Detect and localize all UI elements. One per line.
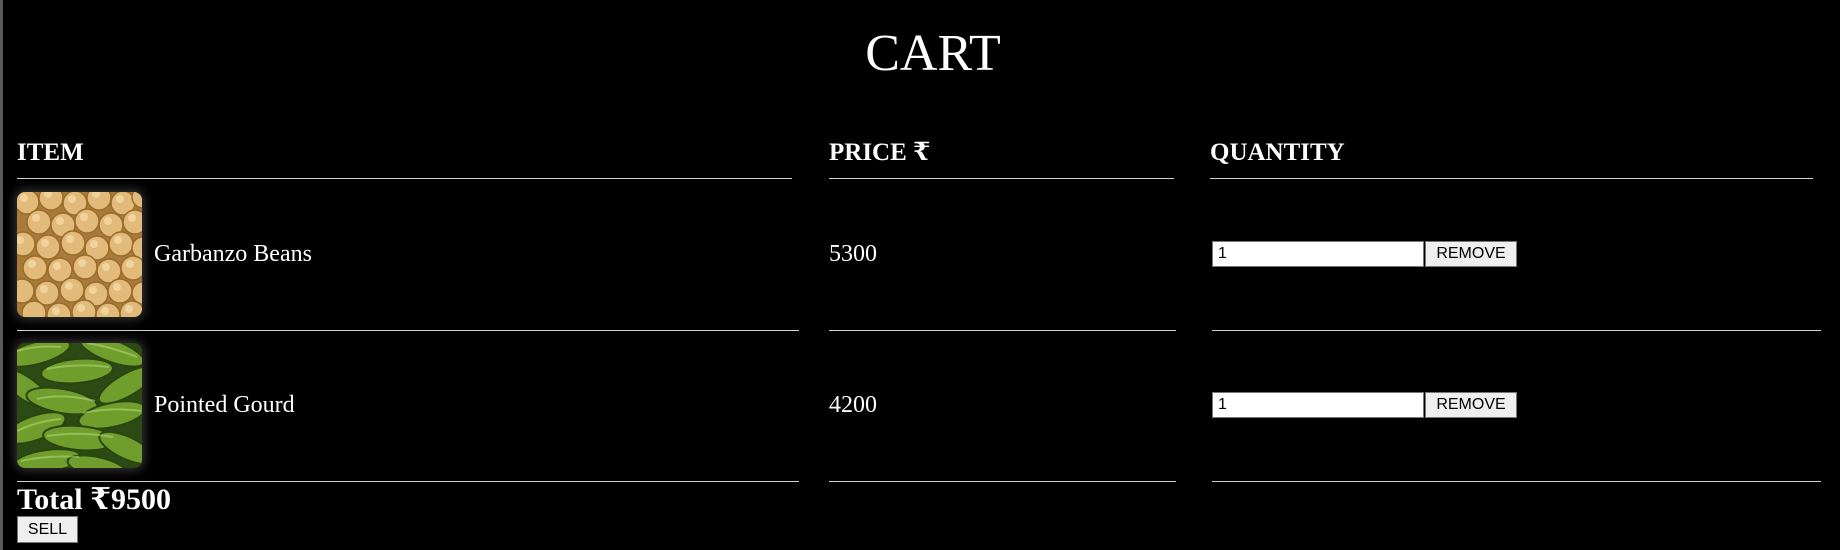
column-header-quantity: QUANTITY (1210, 139, 1345, 166)
header-divider-quantity (1210, 178, 1813, 179)
row-divider-price (829, 330, 1176, 331)
sell-button[interactable]: SELL (17, 516, 78, 543)
remove-button[interactable]: REMOVE (1425, 392, 1517, 418)
header-divider-item (17, 178, 792, 179)
row-divider-quantity (1212, 330, 1821, 331)
item-price: 4200 (829, 392, 877, 418)
row-divider-price (829, 481, 1176, 482)
item-name: Garbanzo Beans (154, 241, 312, 267)
remove-button[interactable]: REMOVE (1425, 241, 1517, 267)
chickpeas-image (17, 192, 142, 317)
page-title: CART (865, 25, 1001, 82)
total-amount: ₹9500 (90, 483, 171, 516)
quantity-input[interactable] (1212, 392, 1424, 418)
quantity-input[interactable] (1212, 241, 1424, 267)
total-label: Total (17, 483, 83, 516)
column-header-item: ITEM (17, 139, 84, 166)
pointed-gourd-image (17, 343, 142, 468)
item-name: Pointed Gourd (154, 392, 295, 418)
row-divider-item (17, 330, 799, 331)
row-divider-quantity (1212, 481, 1821, 482)
item-price: 5300 (829, 241, 877, 267)
column-header-price: PRICE ₹ (829, 139, 931, 166)
cart-total: Total ₹9500 (17, 482, 171, 518)
header-divider-price (829, 178, 1174, 179)
